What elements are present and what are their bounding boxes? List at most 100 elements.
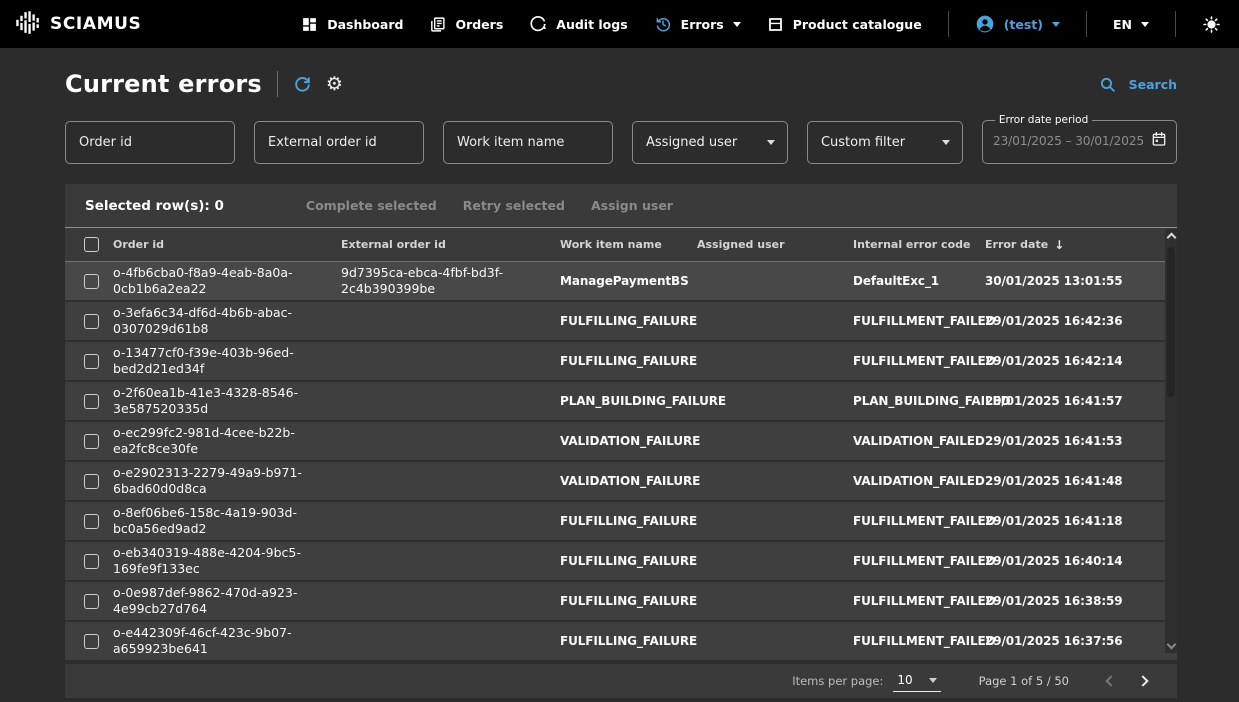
previous-page-button[interactable] [1103, 673, 1119, 689]
nav-item-audit-logs[interactable]: Audit logs [529, 15, 627, 33]
error-date-period-value: 23/01/2025 – 30/01/2025 [993, 134, 1144, 148]
cell-error-date: 29/01/2025 16:41:53 [985, 434, 1177, 448]
page-info: Page 1 of 5 / 50 [979, 674, 1069, 688]
settings-button[interactable]: ⚙ [312, 75, 343, 94]
table-row[interactable]: o-13477cf0-f39e-403b-96ed-bed2d21ed34f F… [65, 342, 1177, 382]
chevron-down-icon [767, 140, 775, 145]
table-row[interactable]: o-e2902313-2279-49a9-b971-6bad60d0d8ca V… [65, 462, 1177, 502]
row-checkbox[interactable] [84, 474, 99, 489]
custom-filter-select[interactable]: Custom filter [807, 121, 963, 164]
table-row[interactable]: o-eb340319-488e-4204-9bc5-169fe9f133ec F… [65, 542, 1177, 582]
nav-item-dashboard[interactable]: Dashboard [301, 16, 403, 33]
next-page-button[interactable] [1135, 673, 1151, 689]
nav-divider [1175, 11, 1176, 37]
nav-item-label: Dashboard [327, 17, 403, 32]
external-order-id-filter-input[interactable] [254, 121, 424, 164]
assigned-user-filter-select[interactable]: Assigned user [632, 121, 788, 164]
search-icon [1099, 76, 1116, 93]
nav-item-errors[interactable]: Errors [654, 15, 741, 33]
chevron-down-icon [929, 678, 937, 683]
nav-item-label: Audit logs [556, 17, 627, 32]
nav-item-orders[interactable]: Orders [429, 16, 503, 33]
cell-external-order-id [341, 398, 560, 404]
nav-divider [1086, 11, 1087, 37]
cell-order-id: o-13477cf0-f39e-403b-96ed-bed2d21ed34f [113, 342, 341, 380]
page-title: Current errors [65, 70, 262, 98]
refresh-button[interactable] [293, 75, 312, 94]
sort-desc-icon[interactable]: ↓ [1054, 238, 1064, 252]
scroll-down-icon[interactable] [1166, 640, 1176, 650]
column-header-order-id[interactable]: Order id [113, 238, 341, 251]
brand[interactable]: SCIAMUS [14, 9, 141, 40]
cell-external-order-id [341, 518, 560, 524]
language-selector[interactable]: EN [1113, 17, 1149, 32]
calendar-icon[interactable] [1151, 131, 1167, 151]
table-row[interactable]: o-3efa6c34-df6d-4b6b-abac-0307029d61b8 F… [65, 302, 1177, 342]
top-nav: SCIAMUS Dashboard Orders [0, 0, 1239, 48]
search-label: Search [1129, 77, 1177, 92]
scrollbar-thumb[interactable] [1167, 247, 1175, 397]
row-checkbox[interactable] [84, 594, 99, 609]
cell-internal-error-code: FULFILLMENT_FAILED [853, 314, 985, 328]
items-per-page-value: 10 [897, 673, 912, 687]
assigned-user-filter-label: Assigned user [646, 135, 737, 150]
column-header-label: Error date [985, 238, 1048, 251]
row-checkbox[interactable] [84, 634, 99, 649]
work-item-name-filter-input[interactable] [443, 121, 613, 164]
row-checkbox[interactable] [84, 354, 99, 369]
row-checkbox[interactable] [84, 554, 99, 569]
errors-table-panel: Selected row(s): 0 Complete selected Ret… [65, 184, 1177, 698]
table-row[interactable]: o-0e987def-9862-470d-a923-4e99cb27d764 F… [65, 582, 1177, 622]
table-scrollbar[interactable] [1165, 229, 1177, 653]
column-header-work-item-name[interactable]: Work item name [560, 238, 697, 251]
table-row[interactable]: o-e442309f-46cf-423c-9b07-a659923be641 F… [65, 622, 1177, 662]
cell-external-order-id [341, 438, 560, 444]
selection-toolbar: Selected row(s): 0 Complete selected Ret… [65, 184, 1177, 228]
row-checkbox[interactable] [84, 274, 99, 289]
cell-internal-error-code: FULFILLMENT_FAILED [853, 514, 985, 528]
table-row[interactable]: o-8ef06be6-158c-4a19-903d-bc0a56ed9ad2 F… [65, 502, 1177, 542]
cell-error-date: 29/01/2025 16:42:36 [985, 314, 1177, 328]
column-header-external-order-id[interactable]: External order id [341, 238, 560, 251]
user-menu[interactable]: (test) [975, 14, 1060, 34]
row-checkbox[interactable] [84, 314, 99, 329]
sciamus-logo-icon [14, 9, 41, 40]
cell-external-order-id [341, 478, 560, 484]
items-per-page-label: Items per page: [792, 674, 883, 688]
error-date-period-field[interactable]: Error date period 23/01/2025 – 30/01/202… [982, 114, 1177, 164]
retry-selected-button[interactable]: Retry selected [463, 198, 565, 213]
table-row[interactable]: o-4fb6cba0-f8a9-4eab-8a0a-0cb1b6a2ea22 9… [65, 262, 1177, 302]
theme-toggle[interactable] [1202, 15, 1221, 34]
assign-user-button[interactable]: Assign user [591, 198, 673, 213]
order-id-filter-input[interactable] [65, 121, 235, 164]
complete-selected-button[interactable]: Complete selected [306, 198, 437, 213]
cell-internal-error-code: PLAN_BUILDING_FAILED [853, 394, 985, 408]
cell-external-order-id [341, 358, 560, 364]
cell-internal-error-code: FULFILLMENT_FAILED [853, 554, 985, 568]
scroll-up-icon[interactable] [1166, 233, 1176, 243]
cell-external-order-id [341, 318, 560, 324]
table-row[interactable]: o-ec299fc2-981d-4cee-b22b-ea2fc8ce30fe V… [65, 422, 1177, 462]
language-label: EN [1113, 17, 1132, 32]
row-checkbox[interactable] [84, 514, 99, 529]
cell-error-date: 29/01/2025 16:37:56 [985, 634, 1177, 648]
cell-work-item-name: FULFILLING_FAILURE [560, 554, 697, 568]
search-button[interactable]: Search [1099, 76, 1177, 93]
table-row[interactable]: o-2f60ea1b-41e3-4328-8546-3e587520335d P… [65, 382, 1177, 422]
chevron-down-icon [733, 22, 741, 27]
column-header-error-date[interactable]: Error date ↓ [985, 238, 1177, 252]
column-header-internal-error-code[interactable]: Internal error code [853, 238, 985, 251]
row-checkbox[interactable] [84, 394, 99, 409]
cell-error-date: 29/01/2025 16:41:57 [985, 394, 1177, 408]
cell-internal-error-code: FULFILLMENT_FAILED [853, 594, 985, 608]
column-header-assigned-user[interactable]: Assigned user [697, 238, 853, 251]
cell-order-id: o-3efa6c34-df6d-4b6b-abac-0307029d61b8 [113, 302, 341, 340]
items-per-page-select[interactable]: 10 [893, 670, 940, 692]
chevron-down-icon [942, 140, 950, 145]
cell-work-item-name: FULFILLING_FAILURE [560, 634, 697, 648]
row-checkbox[interactable] [84, 434, 99, 449]
select-all-checkbox[interactable] [84, 237, 99, 252]
nav-menu: Dashboard Orders Audit logs [301, 11, 1221, 37]
nav-item-product-catalogue[interactable]: Product catalogue [767, 16, 922, 33]
cell-error-date: 30/01/2025 13:01:55 [985, 274, 1177, 288]
